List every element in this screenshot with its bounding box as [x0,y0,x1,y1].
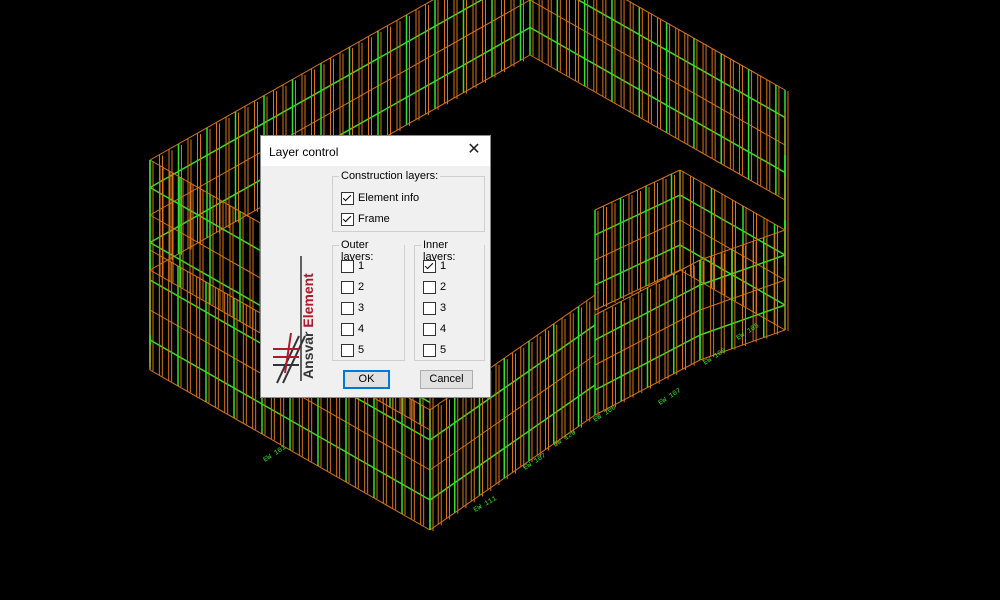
checkbox-box[interactable] [341,344,354,357]
checkbox-box[interactable] [423,344,436,357]
checkbox-box[interactable] [423,281,436,294]
construction-layers-label: Construction layers: [339,170,441,182]
checkbox-label: 4 [440,323,447,335]
checkbox-box[interactable] [341,213,354,226]
ok-button[interactable]: OK [343,370,390,389]
checkbox-box[interactable] [423,323,436,336]
layer-control-dialog: Layer control ✕ Ansvar Element Construct… [260,135,491,398]
checkbox-label: Element info [358,192,420,204]
checkbox-label: 1 [358,260,365,272]
checkbox-box[interactable] [341,302,354,315]
svg-text:Ansvar Element: Ansvar Element [300,273,316,379]
wall-label: EW 107 [657,387,683,407]
wall-label: EW 107 [522,452,548,472]
checkbox-label: 4 [358,323,365,335]
cad-model-viewport[interactable]: EW 101EW 111EW 107EW 120EW 106EW 107EW 1… [0,0,1000,600]
close-icon[interactable]: ✕ [464,141,484,161]
checkbox-box[interactable] [423,302,436,315]
checkbox-box[interactable] [341,323,354,336]
checkbox-label: 2 [358,281,365,293]
wall-label: EW 105 [702,347,728,367]
dialog-title: Layer control [269,145,339,159]
checkbox-label: 5 [358,344,365,356]
checkbox-label: Frame [358,213,390,225]
wall-label: EW 101 [262,444,288,464]
checkbox-label: 3 [358,302,365,314]
cancel-button[interactable]: Cancel [420,370,473,389]
construction-layers-group: Construction layers: [332,170,485,232]
checkbox-label: 5 [440,344,447,356]
checkbox-box[interactable] [423,260,436,273]
dialog-titlebar[interactable]: Layer control ✕ [261,136,490,166]
checkbox-label: 3 [440,302,447,314]
checkbox-box[interactable] [341,260,354,273]
ansvar-element-logo: Ansvar Element [273,256,316,384]
checkbox-box[interactable] [341,192,354,205]
checkbox-label: 1 [440,260,447,272]
wall-label: EW 106 [592,404,618,424]
checkbox-box[interactable] [341,281,354,294]
checkbox-label: 2 [440,281,447,293]
